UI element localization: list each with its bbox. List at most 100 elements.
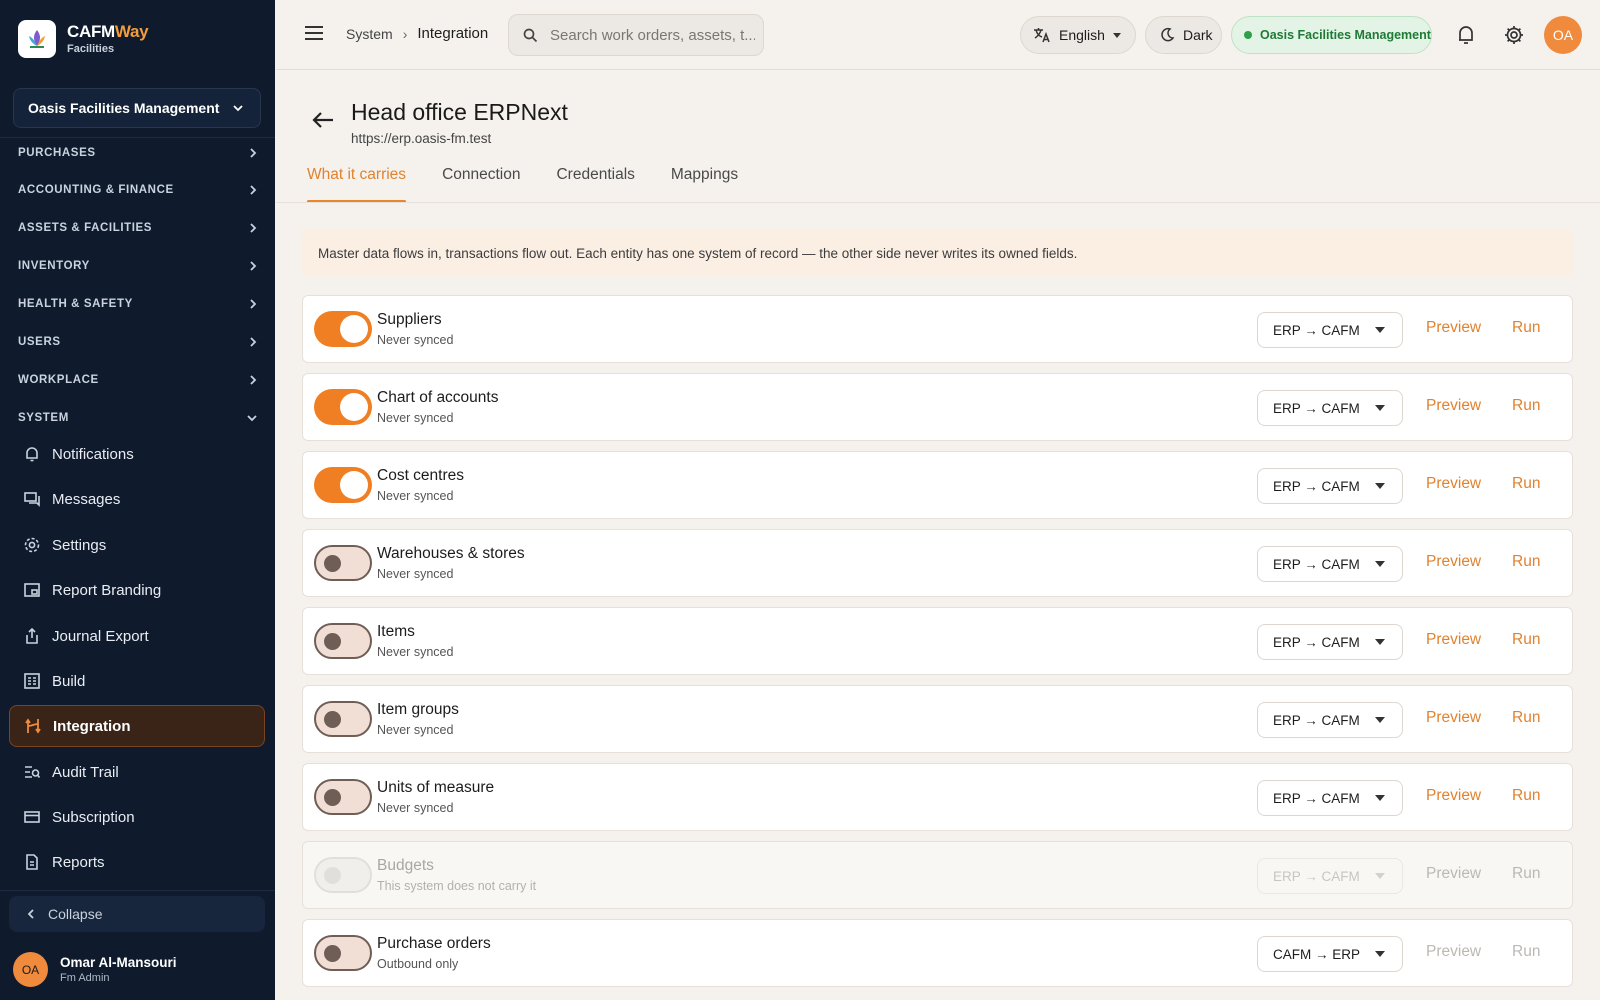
- sidebar-item-label: Messages: [52, 490, 121, 508]
- sync-direction-value: ERP → CAFM: [1273, 634, 1360, 650]
- toggle-knob: [324, 867, 341, 884]
- entity-sync-toggle[interactable]: [314, 311, 372, 347]
- entity-sync-toggle[interactable]: [314, 701, 372, 737]
- menu-icon[interactable]: [304, 24, 324, 42]
- sync-direction-select[interactable]: ERP → CAFM: [1257, 546, 1403, 582]
- brand-subtitle: Facilities: [67, 43, 115, 55]
- tab-credentials[interactable]: Credentials: [556, 160, 634, 203]
- sidebar-item-reports[interactable]: Reports: [9, 841, 265, 883]
- preview-button[interactable]: Preview: [1426, 709, 1481, 727]
- toggle-knob: [340, 471, 368, 499]
- sync-direction-select[interactable]: ERP → CAFM: [1257, 468, 1403, 504]
- preview-button[interactable]: Preview: [1426, 319, 1481, 337]
- preview-button[interactable]: Preview: [1426, 631, 1481, 649]
- sidebar-item-messages[interactable]: Messages: [9, 478, 265, 520]
- notifications-bell-icon[interactable]: [1456, 24, 1476, 46]
- nav-section-inventory[interactable]: INVENTORY: [18, 256, 258, 276]
- caret-down-icon: [1375, 951, 1385, 957]
- sync-direction-value: ERP → CAFM: [1273, 400, 1360, 416]
- tab-mappings[interactable]: Mappings: [671, 160, 738, 203]
- brand-name: CAFMWay: [67, 22, 149, 41]
- sync-direction-select[interactable]: ERP → CAFM: [1257, 312, 1403, 348]
- entity-sync-toggle[interactable]: [314, 389, 372, 425]
- tab-connection[interactable]: Connection: [442, 160, 520, 203]
- preview-button[interactable]: Preview: [1426, 553, 1481, 571]
- sidebar-item-audit-trail[interactable]: Audit Trail: [9, 751, 265, 793]
- sync-direction-select[interactable]: ERP → CAFM: [1257, 390, 1403, 426]
- user-name: Omar Al-Mansouri: [60, 955, 177, 970]
- language-selector[interactable]: English: [1020, 16, 1136, 54]
- caret-down-icon: [1375, 873, 1385, 879]
- back-arrow-icon[interactable]: [311, 110, 335, 130]
- sync-direction-select[interactable]: ERP → CAFM: [1257, 780, 1403, 816]
- org-selector-value: Oasis Facilities Management: [28, 100, 220, 116]
- top-bar: System › Integration English Dark Oasis …: [276, 0, 1600, 70]
- avatar: OA: [13, 952, 48, 987]
- sync-direction-select[interactable]: ERP → CAFM: [1257, 624, 1403, 660]
- chevron-left-icon: [27, 909, 34, 919]
- nav-section-health-safety[interactable]: HEALTH & SAFETY: [18, 294, 258, 314]
- run-button[interactable]: Run: [1512, 787, 1540, 805]
- chevron-right-icon: [250, 337, 257, 347]
- nav-section-accounting-finance[interactable]: ACCOUNTING & FINANCE: [18, 180, 258, 200]
- entity-sync-toggle[interactable]: [314, 467, 372, 503]
- sidebar-item-settings[interactable]: Settings: [9, 524, 265, 566]
- entity-sync-toggle[interactable]: [314, 623, 372, 659]
- entity-name: Warehouses & stores: [377, 545, 525, 562]
- run-button[interactable]: Run: [1512, 319, 1540, 337]
- collapse-sidebar-button[interactable]: Collapse: [9, 896, 265, 932]
- entity-name: Suppliers: [377, 311, 442, 328]
- moon-icon: [1161, 27, 1175, 42]
- org-selector[interactable]: Oasis Facilities Management: [13, 88, 261, 128]
- run-button[interactable]: Run: [1512, 397, 1540, 415]
- sync-direction-value: CAFM → ERP: [1273, 946, 1361, 962]
- user-profile[interactable]: OA Omar Al-Mansouri Fm Admin: [13, 952, 177, 987]
- sidebar-item-notifications[interactable]: Notifications: [9, 433, 265, 475]
- nav-section-workplace[interactable]: WORKPLACE: [18, 370, 258, 390]
- export-icon: [22, 626, 42, 646]
- chevron-right-icon: [250, 261, 257, 271]
- nav-section-system[interactable]: SYSTEM: [18, 408, 258, 428]
- breadcrumb-item-system[interactable]: System: [346, 26, 393, 42]
- nav-section-users[interactable]: USERS: [18, 332, 258, 352]
- theme-toggle[interactable]: Dark: [1145, 16, 1222, 54]
- sidebar-item-integration[interactable]: Integration: [9, 705, 265, 747]
- nav-section-label: SYSTEM: [18, 412, 69, 424]
- chevron-right-icon: [250, 185, 257, 195]
- org-status-badge[interactable]: Oasis Facilities Management: [1231, 16, 1432, 54]
- tab-what-it-carries[interactable]: What it carries: [307, 160, 407, 203]
- sidebar-item-report-branding[interactable]: Report Branding: [9, 569, 265, 611]
- run-button[interactable]: Run: [1512, 475, 1540, 493]
- entity-name: Chart of accounts: [377, 389, 499, 406]
- search-input[interactable]: [550, 26, 755, 44]
- settings-gear-icon[interactable]: [1503, 24, 1525, 46]
- nav-section-assets-facilities[interactable]: ASSETS & FACILITIES: [18, 218, 258, 238]
- run-button[interactable]: Run: [1512, 553, 1540, 571]
- preview-button[interactable]: Preview: [1426, 475, 1481, 493]
- entity-row: Cost centres Never synced ERP → CAFM Previe…: [302, 451, 1573, 519]
- sync-direction-value: ERP → CAFM: [1273, 556, 1360, 572]
- entity-sync-toggle[interactable]: [314, 779, 372, 815]
- user-avatar-button[interactable]: OA: [1544, 16, 1582, 54]
- sidebar-item-journal-export[interactable]: Journal Export: [9, 615, 265, 657]
- user-role: Fm Admin: [60, 972, 110, 984]
- entity-sync-toggle[interactable]: [314, 935, 372, 971]
- entity-row: Warehouses & stores Never synced ERP → CAF…: [302, 529, 1573, 597]
- theme-label: Dark: [1183, 27, 1213, 43]
- sync-direction-select[interactable]: CAFM → ERP: [1257, 936, 1403, 972]
- preview-button[interactable]: Preview: [1426, 397, 1481, 415]
- report-icon: [22, 852, 42, 872]
- run-button[interactable]: Run: [1512, 631, 1540, 649]
- sync-direction-select[interactable]: ERP → CAFM: [1257, 702, 1403, 738]
- run-button[interactable]: Run: [1512, 709, 1540, 727]
- brand[interactable]: CAFMWay Facilities: [18, 20, 149, 58]
- sidebar-item-build[interactable]: Build: [9, 660, 265, 702]
- card-icon: [22, 807, 42, 827]
- entity-sync-toggle[interactable]: [314, 545, 372, 581]
- sidebar-item-subscription[interactable]: Subscription: [9, 796, 265, 838]
- nav-section-label: ACCOUNTING & FINANCE: [18, 184, 174, 196]
- preview-button[interactable]: Preview: [1426, 787, 1481, 805]
- nav-section-purchases[interactable]: PURCHASES: [18, 143, 258, 163]
- caret-down-icon: [1375, 717, 1385, 723]
- search-box[interactable]: [508, 14, 764, 56]
